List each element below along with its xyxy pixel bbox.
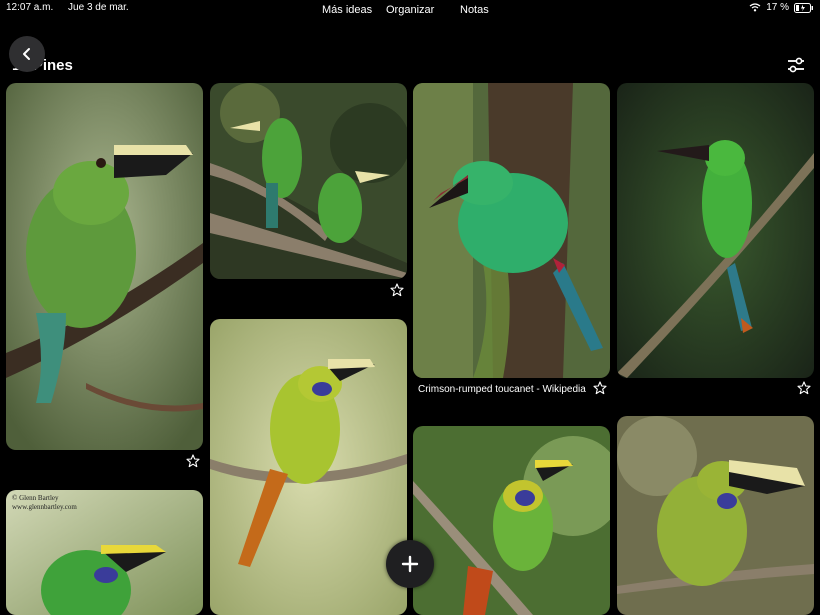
pin-image-1[interactable] — [6, 83, 203, 450]
pin-caption[interactable]: Crimson-rumped toucanet - Wikipedia — [418, 383, 588, 396]
star-outline-icon[interactable] — [593, 381, 607, 395]
star-outline-icon[interactable] — [186, 454, 200, 468]
plus-icon — [401, 555, 419, 573]
status-date: Jue 3 de mar. — [68, 2, 129, 13]
pin-image-5[interactable] — [210, 319, 407, 615]
watermark-url: www.glennbartley.com — [12, 503, 77, 511]
filter-button[interactable] — [786, 56, 806, 74]
add-button[interactable] — [386, 540, 434, 588]
pin-image-6[interactable]: © Glenn Bartley www.glennbartley.com — [6, 490, 203, 615]
battery-percent: 17 % — [766, 2, 789, 13]
tab-organizar[interactable]: Organizar — [386, 4, 434, 16]
star-outline-icon[interactable] — [390, 283, 404, 297]
battery-charging-icon — [794, 2, 813, 13]
pin-watermark: © Glenn Bartley www.glennbartley.com — [12, 494, 77, 512]
back-button[interactable] — [9, 36, 45, 72]
pin-image-3[interactable] — [413, 83, 610, 378]
wifi-icon — [749, 3, 761, 12]
pin-image-8[interactable] — [617, 416, 814, 615]
sliders-icon — [788, 57, 804, 73]
tab-mas-ideas[interactable]: Más ideas — [322, 4, 372, 16]
pin-image-4[interactable] — [617, 83, 814, 378]
pin-image-7[interactable] — [413, 426, 610, 615]
pin-image-2[interactable] — [210, 83, 407, 279]
status-time: 12:07 a.m. — [6, 2, 54, 13]
tab-notas[interactable]: Notas — [460, 4, 489, 16]
star-outline-icon[interactable] — [797, 381, 811, 395]
watermark-credit: © Glenn Bartley — [12, 494, 59, 502]
chevron-left-icon — [23, 48, 30, 60]
